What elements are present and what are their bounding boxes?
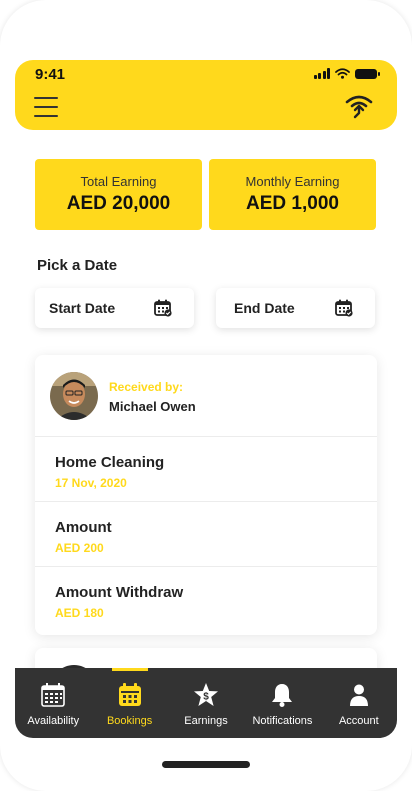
end-date-label: End Date [234, 300, 295, 316]
divider [35, 566, 377, 567]
booking-card[interactable]: Received by: Michael Owen Home Cleaning … [35, 355, 377, 635]
amount-value: AED 200 [55, 541, 104, 555]
service-date: 17 Nov, 2020 [55, 476, 127, 490]
start-date-button[interactable]: Start Date [35, 288, 194, 328]
tab-account[interactable]: Account [321, 668, 397, 738]
tab-availability[interactable]: Availability [15, 668, 91, 738]
battery-icon [355, 68, 380, 79]
tab-earnings[interactable]: $ Earnings [168, 668, 244, 738]
monthly-earning-label: Monthly Earning [245, 174, 340, 189]
avatar [50, 372, 98, 420]
status-icons [313, 68, 380, 79]
divider [35, 436, 377, 437]
tab-notifications[interactable]: Notifications [244, 668, 320, 738]
home-indicator[interactable] [162, 761, 250, 768]
bottom-tab-bar: Availability Bookings $ Earnings Notific… [15, 668, 397, 738]
cellular-signal-icon [313, 68, 330, 79]
svg-text:$: $ [203, 692, 209, 703]
pick-date-title: Pick a Date [37, 257, 118, 274]
bell-icon [272, 684, 293, 707]
total-earning-card: Total Earning AED 20,000 [35, 159, 202, 230]
route-signal-icon[interactable] [344, 93, 374, 121]
calendar-icon [335, 299, 353, 317]
wifi-icon [335, 68, 350, 79]
tab-bookings[interactable]: Bookings [91, 668, 167, 738]
status-time: 9:41 [35, 66, 66, 83]
start-date-label: Start Date [49, 300, 116, 316]
app-header: 9:41 [15, 60, 397, 130]
total-earning-value: AED 20,000 [66, 193, 171, 214]
amount-title: Amount [55, 519, 112, 536]
user-icon [349, 684, 368, 706]
monthly-earning-value: AED 1,000 [246, 193, 339, 214]
tab-label: Notifications [252, 715, 313, 727]
divider [35, 501, 377, 502]
withdraw-title: Amount Withdraw [55, 584, 184, 601]
calendar-grid-icon [41, 683, 66, 707]
received-by-label: Received by: [109, 380, 184, 394]
received-by-name: Michael Owen [109, 399, 196, 414]
tab-label: Bookings [106, 715, 153, 727]
tab-label: Account [338, 715, 379, 727]
hamburger-menu-icon[interactable] [34, 97, 58, 117]
total-earning-label: Total Earning [80, 174, 157, 189]
withdraw-value: AED 180 [55, 606, 104, 620]
dollar-star-icon: $ [194, 683, 219, 706]
monthly-earning-card: Monthly Earning AED 1,000 [209, 159, 376, 230]
phone-frame: 9:41 Total Earning AED 20,000 Monthly Ea… [0, 0, 412, 791]
service-title: Home Cleaning [55, 454, 165, 471]
active-tab-indicator [111, 668, 148, 671]
calendar-icon [154, 299, 172, 317]
calendar-icon [118, 683, 141, 706]
tab-label: Availability [27, 715, 80, 727]
end-date-button[interactable]: End Date [216, 288, 375, 328]
tab-label: Earnings [184, 715, 228, 727]
